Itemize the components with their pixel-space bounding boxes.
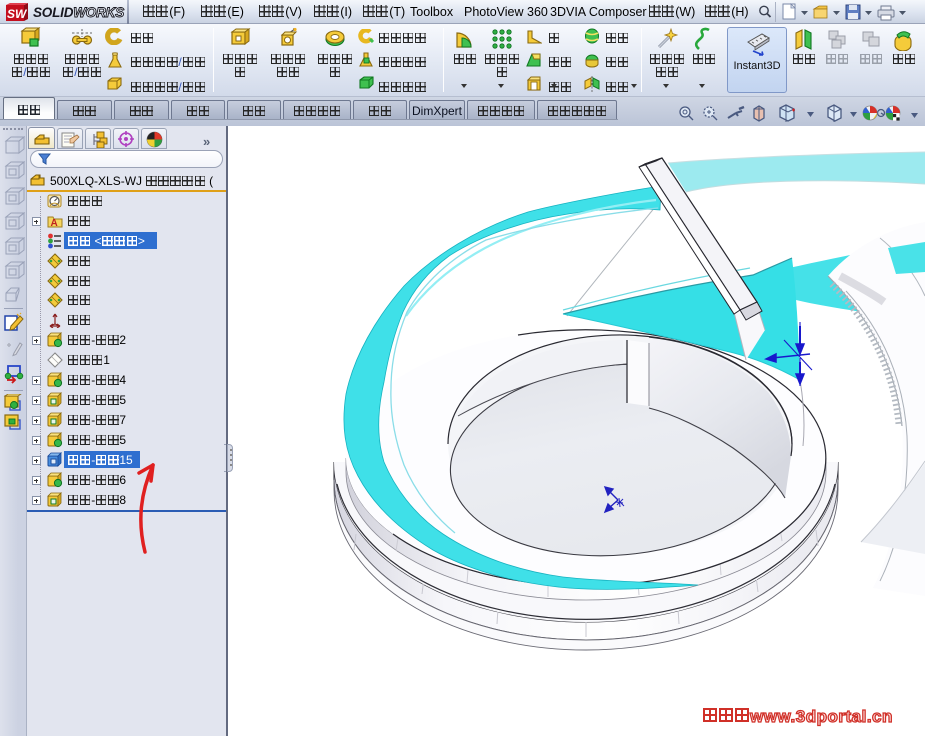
svg-text:A: A xyxy=(51,218,58,229)
svg-text:SW: SW xyxy=(7,7,28,21)
